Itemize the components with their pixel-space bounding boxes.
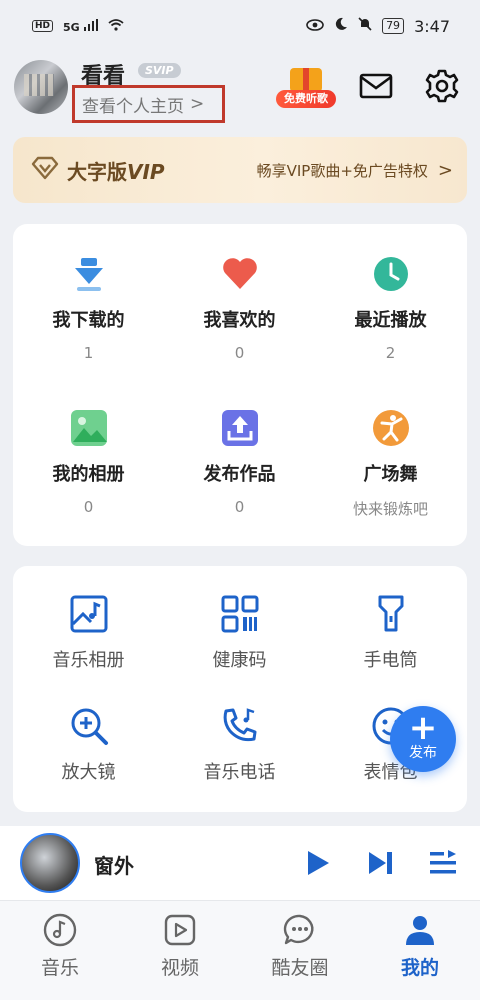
qr-code-icon [220, 594, 260, 634]
eye-icon [306, 17, 324, 35]
item-count: 0 [234, 498, 245, 516]
chevron-right-icon: > [437, 159, 453, 181]
avatar[interactable] [14, 60, 68, 114]
chevron-right-icon: > [190, 94, 205, 114]
battery-indicator: 79 [382, 18, 405, 34]
music-phone-icon [220, 706, 260, 746]
tab-label: 我的 [400, 957, 439, 979]
downloads-item[interactable]: 我下载的 1 [13, 254, 164, 362]
moon-icon [334, 17, 348, 35]
person-icon [403, 913, 437, 947]
tool-health-code[interactable]: 健康码 [164, 594, 315, 672]
tool-magnifier[interactable]: 放大镜 [13, 706, 164, 784]
tool-label: 手电筒 [363, 650, 418, 671]
tab-label: 酷友圈 [271, 957, 329, 979]
square-dance-item[interactable]: 广场舞 快来锻炼吧 [315, 408, 466, 519]
signal-icon: 5G [63, 18, 98, 34]
clock-time: 3:47 [414, 16, 450, 36]
image-icon [69, 408, 109, 448]
tab-music[interactable]: 音乐 [0, 913, 120, 980]
plus-icon: + [408, 708, 438, 748]
gift-icon [290, 68, 322, 92]
play-icon[interactable] [302, 848, 332, 878]
vip-banner[interactable]: 大字版VIP 畅享VIP歌曲+免广告特权 > [13, 137, 467, 203]
video-play-icon [163, 913, 197, 947]
signal-label: 5G [63, 20, 80, 34]
library-card: 我下载的 1 我喜欢的 0 最近播放 2 我的相册 0 发布作品 0 广场舞 快… [13, 224, 467, 546]
publish-fab-button[interactable]: + 发布 [390, 706, 456, 772]
favorites-item[interactable]: 我喜欢的 0 [164, 254, 315, 362]
item-count: 0 [234, 344, 245, 362]
item-label: 我下载的 [52, 310, 125, 331]
playlist-icon[interactable] [428, 848, 458, 878]
item-label: 我喜欢的 [203, 310, 276, 331]
vip-title-prefix: 大字版 [67, 159, 127, 184]
bottom-tab-bar: 音乐 视频 酷友圈 我的 [0, 900, 480, 1000]
status-bar: HD 5G 79 3:47 [0, 0, 480, 52]
publish-item[interactable]: 发布作品 0 [164, 408, 315, 516]
free-listen-button[interactable]: 免费听歌 [276, 66, 336, 110]
diamond-icon [31, 156, 59, 184]
download-icon [69, 254, 109, 294]
view-profile-link[interactable]: 查看个人主页 > [72, 85, 225, 123]
bell-off-icon [358, 17, 372, 35]
tool-label: 放大镜 [61, 762, 116, 783]
upload-icon [220, 408, 260, 448]
album-item[interactable]: 我的相册 0 [13, 408, 164, 516]
tool-flashlight[interactable]: 手电筒 [315, 594, 466, 672]
tool-music-album[interactable]: 音乐相册 [13, 594, 164, 672]
next-track-icon[interactable] [366, 848, 396, 878]
fab-label: 发布 [409, 745, 437, 761]
flashlight-icon [371, 594, 411, 634]
vip-description: 畅享VIP歌曲+免广告特权 [256, 161, 428, 180]
album-cover[interactable] [20, 833, 80, 893]
tab-mine[interactable]: 我的 [360, 913, 480, 980]
clock-icon [371, 254, 411, 294]
item-count: 1 [83, 344, 94, 362]
gear-icon[interactable] [424, 68, 460, 104]
tool-label: 音乐相册 [52, 650, 125, 671]
dance-icon [371, 408, 411, 448]
music-note-icon [43, 913, 77, 947]
svip-badge: SVIP [138, 63, 181, 78]
song-title: 窗外 [94, 854, 134, 878]
music-album-icon [69, 594, 109, 634]
tab-label: 视频 [160, 957, 199, 979]
chat-bubble-icon [283, 913, 317, 947]
item-count: 快来锻炼吧 [352, 500, 428, 518]
recent-item[interactable]: 最近播放 2 [315, 254, 466, 362]
view-profile-label: 查看个人主页 [82, 96, 184, 117]
vip-title: 大字版VIP [67, 156, 165, 185]
item-label: 发布作品 [203, 464, 276, 485]
tools-card: 音乐相册 健康码 手电筒 放大镜 音乐电话 表情包 [13, 566, 467, 812]
hd-badge: HD [32, 20, 54, 32]
tool-label: 音乐电话 [203, 762, 276, 783]
tool-music-phone[interactable]: 音乐电话 [164, 706, 315, 784]
item-count: 0 [83, 498, 94, 516]
item-label: 最近播放 [354, 310, 427, 331]
tab-friends[interactable]: 酷友圈 [240, 913, 360, 980]
magnifier-icon [69, 706, 109, 746]
item-count: 2 [385, 344, 396, 362]
heart-icon [220, 254, 260, 294]
vip-title-suffix: VIP [127, 159, 165, 184]
tab-video[interactable]: 视频 [120, 913, 240, 980]
mini-player[interactable]: 窗外 [0, 826, 480, 900]
tool-label: 健康码 [212, 650, 267, 671]
free-listen-label: 免费听歌 [276, 90, 336, 108]
wifi-icon [107, 17, 124, 35]
item-label: 广场舞 [363, 464, 418, 485]
item-label: 我的相册 [52, 464, 125, 485]
profile-header: 看看 SVIP 查看个人主页 > 免费听歌 [0, 52, 480, 132]
mail-icon[interactable] [358, 68, 394, 104]
tab-label: 音乐 [40, 957, 79, 979]
